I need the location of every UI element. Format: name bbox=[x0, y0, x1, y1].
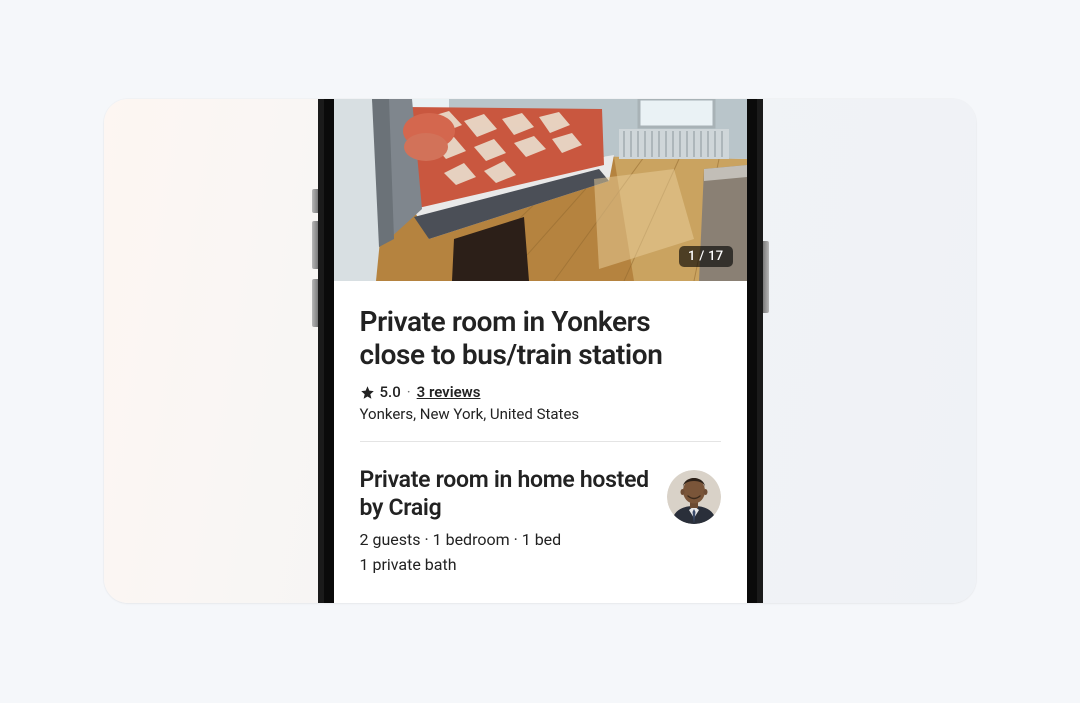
listing-hero-photo[interactable]: 1 / 17 bbox=[334, 99, 747, 281]
reviews-link[interactable]: 3 reviews bbox=[417, 383, 481, 401]
phone-mockup: 1 / 17 Private room in Yonkers close to … bbox=[318, 99, 763, 603]
photo-counter-badge: 1 / 17 bbox=[679, 246, 733, 267]
host-avatar[interactable] bbox=[667, 470, 721, 524]
rating-row: 5.0 · 3 reviews bbox=[360, 383, 721, 401]
listing-specs-line2: 1 private bath bbox=[360, 553, 651, 578]
phone-power-button bbox=[763, 241, 769, 313]
host-heading: Private room in home hosted by Craig bbox=[360, 466, 651, 522]
showcase-card: 1 / 17 Private room in Yonkers close to … bbox=[104, 99, 976, 603]
separator-dot: · bbox=[407, 383, 411, 401]
star-icon bbox=[360, 385, 375, 400]
phone-screen: 1 / 17 Private room in Yonkers close to … bbox=[334, 99, 747, 603]
rating-value: 5.0 bbox=[380, 383, 401, 401]
listing-title: Private room in Yonkers close to bus/tra… bbox=[360, 305, 721, 371]
listing-location: Yonkers, New York, United States bbox=[360, 405, 721, 423]
host-section: Private room in home hosted by Craig 2 g… bbox=[360, 442, 721, 578]
listing-specs-line1: 2 guests · 1 bedroom · 1 bed bbox=[360, 528, 651, 553]
listing-content: Private room in Yonkers close to bus/tra… bbox=[334, 281, 747, 578]
